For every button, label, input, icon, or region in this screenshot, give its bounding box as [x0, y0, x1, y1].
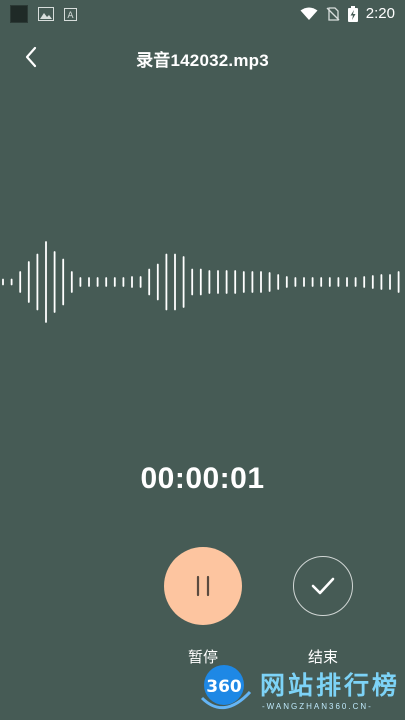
status-bar: A 2:20 — [0, 0, 405, 28]
app-notification-icon — [10, 5, 28, 23]
watermark: 360 网站排行榜 -WANGZHAN360.CN- — [196, 662, 405, 720]
system-icons: 2:20 — [300, 5, 395, 22]
notification-icons: A — [10, 5, 77, 23]
watermark-logo-icon: 360 — [200, 665, 252, 709]
pause-button[interactable] — [164, 547, 242, 625]
battery-charging-icon — [347, 5, 358, 22]
watermark-subtext: -WANGZHAN360.CN- — [262, 702, 373, 711]
font-notification-icon: A — [64, 7, 77, 21]
pause-icon — [196, 575, 210, 597]
wifi-icon — [300, 7, 318, 20]
watermark-badge-text: 360 — [206, 677, 242, 697]
finish-button[interactable] — [293, 556, 353, 616]
no-sim-icon — [326, 6, 340, 21]
checkmark-icon — [311, 577, 335, 595]
recording-timer: 00:00:01 — [140, 462, 265, 495]
page-title: 录音142032.mp3 — [136, 51, 269, 70]
svg-text:A: A — [67, 11, 74, 21]
watermark-text: 网站排行榜 — [260, 672, 401, 700]
status-time: 2:20 — [365, 5, 395, 22]
image-notification-icon — [38, 7, 54, 21]
header: 录音142032.mp3 — [0, 36, 405, 76]
audio-waveform — [2, 241, 400, 323]
